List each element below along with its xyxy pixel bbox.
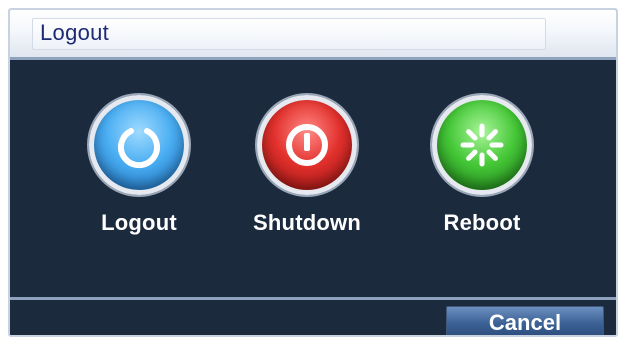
reboot-label: Reboot (443, 210, 521, 235)
dialog-title: Logout (40, 20, 110, 45)
power-off-icon (257, 95, 357, 195)
title-field (32, 18, 546, 50)
logout-label: Logout (101, 210, 177, 235)
shutdown-label: Shutdown (253, 210, 361, 235)
power-icon (89, 95, 189, 195)
reboot-button[interactable]: Reboot (407, 95, 557, 245)
action-panel: Logout Shutdown Reboot (10, 63, 616, 297)
shutdown-button[interactable]: Shutdown (232, 95, 382, 245)
title-bar: Logout (10, 10, 616, 60)
reboot-spinner-icon (432, 95, 532, 195)
cancel-button[interactable]: Cancel (446, 306, 604, 335)
logout-dialog: Logout Logout Shutdown Reboot Cancel (8, 8, 618, 337)
logout-button[interactable]: Logout (64, 95, 214, 245)
dialog-footer: Cancel (10, 297, 616, 335)
